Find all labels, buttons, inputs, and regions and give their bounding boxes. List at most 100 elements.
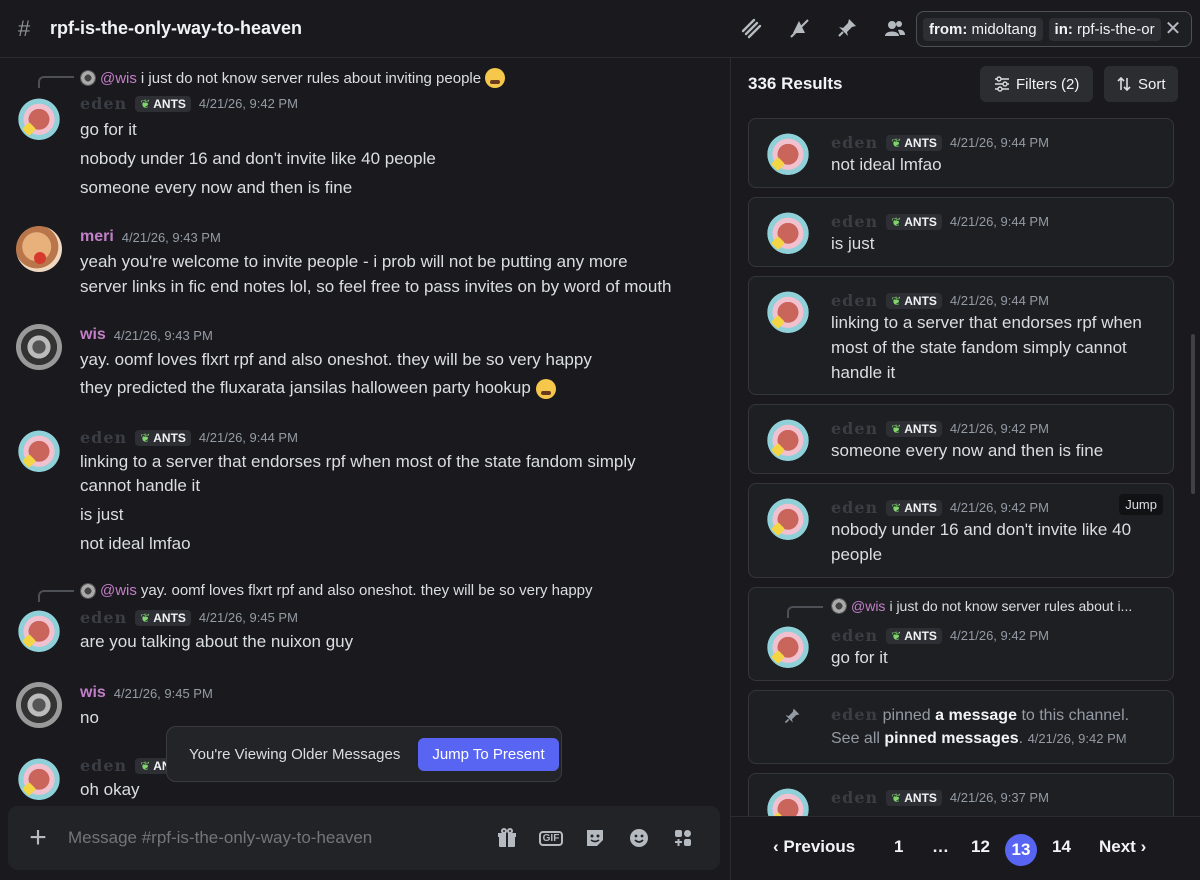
server-tag[interactable]: ❦ ANTS xyxy=(135,95,191,112)
message-input[interactable] xyxy=(68,828,492,848)
reply-avatar xyxy=(831,598,847,614)
search-result-card[interactable]: eden ❦ ANTS 4/21/26, 9:44 PM not ideal lm… xyxy=(748,118,1174,188)
server-tag[interactable]: ❦ ANTS xyxy=(886,499,942,516)
server-tag[interactable]: ❦ ANTS xyxy=(135,609,191,626)
reply-mention[interactable]: @wis xyxy=(100,70,137,87)
timestamp: 4/21/26, 9:42 PM xyxy=(949,500,1049,515)
upload-plus-icon[interactable]: + xyxy=(8,821,68,855)
previous-page-button[interactable]: ‹ Previous xyxy=(773,837,855,857)
avatar[interactable] xyxy=(765,622,811,668)
pagination: ‹ Previous 1 … 12 13 14 Next › xyxy=(731,816,1200,880)
reply-preview[interactable]: @wis yay. oomf loves flxrt rpf and also … xyxy=(80,582,593,599)
search-chip-in[interactable]: in: rpf-is-the-or xyxy=(1048,17,1161,41)
server-tag[interactable]: ❦ ANTS xyxy=(886,789,942,806)
server-tag[interactable]: ❦ ANTS xyxy=(886,292,942,309)
search-result-card[interactable]: eden ❦ ANTS 4/21/26, 9:42 PM Jump nobody … xyxy=(748,483,1174,578)
timestamp: 4/21/26, 9:44 PM xyxy=(949,135,1049,150)
server-tag[interactable]: ❦ ANTS xyxy=(886,213,942,230)
avatar[interactable] xyxy=(765,287,811,333)
pin-icon[interactable] xyxy=(834,15,860,41)
pin-system-message-card[interactable]: eden pinned a message to this channel. S… xyxy=(748,690,1174,764)
page-1-button[interactable]: 1 xyxy=(894,837,903,857)
reply-preview[interactable]: @wis i just do not know server rules abo… xyxy=(80,68,506,88)
avatar[interactable] xyxy=(16,426,62,472)
author-name[interactable]: eden xyxy=(831,419,878,438)
search-input[interactable]: from: midoltang in: rpf-is-the-or ✕ xyxy=(916,11,1192,47)
reply-spine xyxy=(38,590,74,602)
pinned-messages-link[interactable]: pinned messages xyxy=(884,730,1018,747)
avatar[interactable] xyxy=(16,94,62,140)
author-name[interactable]: eden xyxy=(831,133,878,152)
leaf-icon: ❦ xyxy=(140,430,151,445)
avatar[interactable] xyxy=(16,324,62,370)
jump-to-present-button[interactable]: Jump To Present xyxy=(418,737,559,771)
next-page-button[interactable]: Next › xyxy=(1099,837,1146,857)
avatar[interactable] xyxy=(16,226,62,272)
message-item[interactable]: wis 4/21/26, 9:43 PM yay. oomf loves flx… xyxy=(0,324,720,404)
search-result-card[interactable]: eden ❦ ANTS 4/21/26, 9:37 PM xyxy=(748,773,1174,816)
avatar[interactable] xyxy=(765,129,811,175)
notification-muted-icon[interactable] xyxy=(786,15,812,41)
filters-button[interactable]: Filters (2) xyxy=(980,66,1094,102)
author-name[interactable]: eden xyxy=(80,608,127,627)
server-tag[interactable]: ❦ ANTS xyxy=(886,420,942,437)
emoji-icon[interactable] xyxy=(624,823,654,853)
avatar[interactable] xyxy=(765,208,811,254)
reply-avatar xyxy=(80,582,96,599)
page-ellipsis: … xyxy=(932,837,949,856)
avatar[interactable] xyxy=(16,606,62,652)
search-chip-from[interactable]: from: midoltang xyxy=(923,17,1043,41)
author-name[interactable]: eden xyxy=(831,291,878,310)
reply-preview[interactable]: @wis i just do not know server rules abo… xyxy=(831,598,1132,614)
author-name[interactable]: wis xyxy=(80,684,106,702)
server-tag[interactable]: ❦ ANTS xyxy=(135,429,191,446)
server-tag[interactable]: ❦ ANTS xyxy=(886,134,942,151)
avatar[interactable] xyxy=(16,682,62,728)
author-name[interactable]: eden xyxy=(80,94,127,113)
author-name[interactable]: eden xyxy=(831,212,878,231)
apps-icon[interactable] xyxy=(668,823,698,853)
next-label: Next xyxy=(1099,837,1136,856)
sticker-icon[interactable] xyxy=(580,823,610,853)
server-tag-label: ANTS xyxy=(904,790,937,805)
search-result-card[interactable]: @wis i just do not know server rules abo… xyxy=(748,587,1174,681)
author-name[interactable]: meri xyxy=(80,228,114,246)
avatar[interactable] xyxy=(765,784,811,816)
timestamp: 4/21/26, 9:43 PM xyxy=(121,229,221,245)
reply-mention[interactable]: @wis xyxy=(100,582,137,599)
avatar[interactable] xyxy=(765,415,811,461)
pinned-message-link[interactable]: a message xyxy=(935,707,1017,724)
leaf-icon: ❦ xyxy=(891,790,902,805)
avatar[interactable] xyxy=(765,494,811,540)
page-13-current[interactable]: 13 xyxy=(1005,834,1037,866)
results-scrollbar[interactable] xyxy=(1191,334,1195,494)
reply-mention[interactable]: @wis xyxy=(851,598,885,614)
page-14-button[interactable]: 14 xyxy=(1052,837,1071,857)
author-name[interactable]: eden xyxy=(831,626,878,645)
threads-icon[interactable] xyxy=(738,15,764,41)
clear-search-icon[interactable]: ✕ xyxy=(1161,18,1185,42)
sort-button[interactable]: Sort xyxy=(1104,66,1178,102)
older-messages-bar: You're Viewing Older Messages Jump To Pr… xyxy=(166,726,562,782)
message-text: go for it xyxy=(80,120,137,139)
member-list-icon[interactable] xyxy=(882,15,908,41)
gift-icon[interactable] xyxy=(492,823,522,853)
author-name[interactable]: wis xyxy=(80,326,106,344)
avatar[interactable] xyxy=(16,754,62,800)
search-result-card[interactable]: eden ❦ ANTS 4/21/26, 9:42 PM someone ever… xyxy=(748,404,1174,474)
author-name[interactable]: eden xyxy=(831,705,878,724)
search-result-card[interactable]: eden ❦ ANTS 4/21/26, 9:44 PM linking to a… xyxy=(748,276,1174,395)
jump-button[interactable]: Jump xyxy=(1119,494,1163,515)
message-item[interactable]: @wis i just do not know server rules abo… xyxy=(0,58,720,198)
author-name[interactable]: eden xyxy=(80,428,127,447)
author-name[interactable]: eden xyxy=(831,498,878,517)
message-item[interactable]: meri 4/21/26, 9:43 PM yeah you're welcom… xyxy=(0,226,720,306)
page-12-button[interactable]: 12 xyxy=(971,837,990,857)
search-result-card[interactable]: eden ❦ ANTS 4/21/26, 9:44 PM is just xyxy=(748,197,1174,267)
message-item[interactable]: eden ❦ ANTS 4/21/26, 9:44 PM linking to a… xyxy=(0,424,720,554)
server-tag[interactable]: ❦ ANTS xyxy=(886,627,942,644)
author-name[interactable]: eden xyxy=(80,756,127,775)
message-item[interactable]: @wis yay. oomf loves flxrt rpf and also … xyxy=(0,580,720,660)
author-name[interactable]: eden xyxy=(831,788,878,807)
gif-icon[interactable]: GIF xyxy=(536,823,566,853)
